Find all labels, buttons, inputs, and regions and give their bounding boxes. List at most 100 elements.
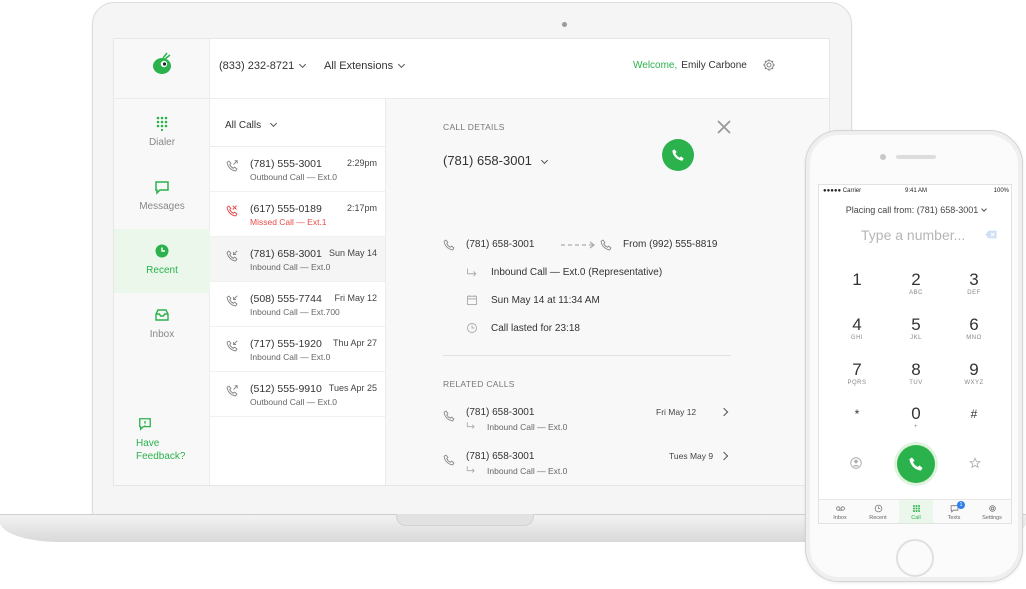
call-to-number: From (992) 555-8819 — [623, 239, 718, 250]
feedback-link[interactable]: Have Feedback? — [136, 417, 196, 463]
route-arrow-icon — [466, 466, 475, 473]
call-type: Inbound Call — Ext.700 — [250, 307, 340, 317]
incoming-call-icon — [443, 239, 455, 251]
key-digit: 5 — [911, 315, 921, 334]
key-letters: ABC — [909, 290, 923, 296]
phone-screen: ●●●●● Carrier 9:41 AM 100% Placing call … — [818, 184, 1012, 524]
phone-camera — [880, 154, 886, 160]
keypad-key[interactable]: 8 TUV — [891, 360, 941, 386]
tab-settings[interactable]: Settings — [975, 500, 1009, 523]
tab-settings-label: Settings — [982, 515, 1002, 521]
clock-icon — [874, 504, 882, 513]
keypad-key[interactable]: # — [949, 404, 999, 424]
key-digit: 8 — [911, 360, 921, 379]
nav-recent[interactable]: Recent — [114, 229, 210, 293]
call-from-number: (781) 658-3001 — [466, 239, 535, 250]
call-back-button[interactable] — [662, 139, 694, 171]
phone-home-button[interactable] — [896, 539, 934, 577]
call-date: Thu Apr 27 — [332, 338, 377, 348]
related-call-number: (781) 658-3001 — [466, 407, 535, 418]
phone-number-selector[interactable]: (833) 232-8721 — [219, 60, 307, 72]
key-letters: TUV — [909, 380, 923, 386]
tab-recent-label: Recent — [869, 515, 887, 521]
nav-messages[interactable]: Messages — [114, 165, 210, 229]
call-details-number-text: (781) 658-3001 — [443, 153, 532, 168]
call-datetime: Sun May 14 at 11:34 AM — [491, 295, 600, 306]
key-digit: 9 — [969, 360, 979, 379]
forwarded-call-icon — [600, 239, 612, 251]
feedback-line2: Feedback? — [136, 451, 186, 462]
keypad-key[interactable]: 3 DEF — [949, 270, 999, 296]
keypad-key[interactable]: 6 MNO — [949, 315, 999, 341]
keypad-key[interactable]: 9 WXYZ — [949, 360, 999, 386]
extensions-selector[interactable]: All Extensions — [324, 60, 406, 72]
keypad-key[interactable]: 1 — [832, 270, 882, 290]
user-name: Emily Carbone — [681, 60, 747, 71]
key-letters: GHI — [850, 335, 864, 341]
call-type: Inbound Call — Ext.0 — [250, 262, 331, 272]
keypad-key[interactable]: 4 GHI — [832, 315, 882, 341]
nav-dialer[interactable]: Dialer — [114, 101, 210, 165]
call-type: Inbound Call — Ext.0 — [250, 352, 331, 362]
keypad-key[interactable]: 0 + — [891, 404, 941, 430]
call-list-item[interactable]: (512) 555-9910 Tues Apr 25 Outbound Call —… — [210, 372, 385, 417]
backspace-icon[interactable] — [985, 230, 997, 239]
placing-call-label: Placing call from: (781) 658-3001 — [845, 205, 979, 215]
gear-icon[interactable] — [762, 58, 776, 72]
contacts-icon[interactable] — [850, 457, 862, 469]
key-letters: DEF — [967, 290, 981, 296]
key-digit: 4 — [852, 315, 862, 334]
texts-badge: 1 — [957, 501, 965, 509]
calendar-icon — [467, 295, 477, 305]
voicemail-icon — [835, 506, 845, 511]
key-digit: # — [970, 407, 978, 421]
number-input[interactable]: Type a number... — [861, 227, 965, 243]
call-list-item[interactable]: (508) 555-7744 Fri May 12 Inbound Call — E… — [210, 282, 385, 327]
keypad-key[interactable]: 2 ABC — [891, 270, 941, 296]
star-icon[interactable] — [969, 457, 981, 469]
tab-texts-label: Texts — [947, 515, 961, 521]
keypad-key[interactable]: 7 PQRS — [832, 360, 882, 386]
phone-frame: ●●●●● Carrier 9:41 AM 100% Placing call … — [805, 130, 1023, 582]
keypad-key[interactable]: * — [832, 404, 882, 424]
extensions-label: All Extensions — [324, 60, 394, 72]
grasshopper-logo-icon[interactable] — [149, 51, 175, 77]
call-details-number[interactable]: (781) 658-3001 — [443, 153, 548, 168]
call-list-item[interactable]: (717) 555-1920 Thu Apr 27 Inbound Call — E… — [210, 327, 385, 372]
call-rows: (781) 555-3001 2:29pm Outbound Call — Ext.… — [210, 147, 385, 417]
laptop-camera — [562, 22, 567, 27]
tab-inbox-label: Inbox — [833, 515, 847, 521]
call-list-item[interactable]: (781) 555-3001 2:29pm Outbound Call — Ext.… — [210, 147, 385, 192]
call-list-item[interactable]: (617) 555-0189 2:17pm Missed Call — Ext.1 — [210, 192, 385, 237]
incoming-call-icon — [226, 295, 238, 307]
key-letters: MNO — [966, 335, 982, 341]
call-route: Inbound Call — Ext.0 (Representative) — [491, 267, 663, 278]
phone-call-button[interactable] — [897, 445, 935, 483]
nav-inbox[interactable]: Inbox — [114, 293, 210, 357]
call-details-panel: CALL DETAILS (781) 658-3001 (781) 658-30… — [386, 99, 829, 485]
route-arrow-icon — [466, 422, 475, 429]
tab-inbox[interactable]: Inbox — [823, 500, 857, 523]
related-call-sub: Inbound Call — Ext.0 — [487, 422, 568, 432]
chevron-down-icon — [540, 156, 548, 165]
route-arrow-icon — [467, 268, 477, 277]
tab-texts[interactable]: 1 Texts — [937, 500, 971, 523]
call-filter-dropdown[interactable]: All Calls — [210, 99, 385, 147]
call-date: Tues Apr 25 — [328, 383, 377, 393]
clock-icon — [155, 244, 169, 258]
incoming-call-icon — [226, 340, 238, 352]
key-letters: + — [913, 424, 918, 430]
close-icon[interactable] — [716, 119, 732, 135]
call-date: Sun May 14 — [328, 248, 377, 258]
tab-call[interactable]: Call — [899, 500, 933, 523]
placing-call-from-selector[interactable]: Placing call from: (781) 658-3001 — [819, 205, 1011, 215]
call-filter-label: All Calls — [225, 120, 262, 131]
call-list-item[interactable]: (781) 658-3001 Sun May 14 Inbound Call — E… — [210, 237, 385, 282]
nav-inbox-label: Inbox — [149, 329, 175, 340]
outgoing-call-icon — [226, 385, 238, 397]
keypad-key[interactable]: 5 JKL — [891, 315, 941, 341]
welcome-label: Welcome, — [633, 60, 678, 71]
call-type: Outbound Call — Ext.0 — [250, 172, 337, 182]
outgoing-call-icon — [226, 160, 238, 172]
tab-recent[interactable]: Recent — [861, 500, 895, 523]
